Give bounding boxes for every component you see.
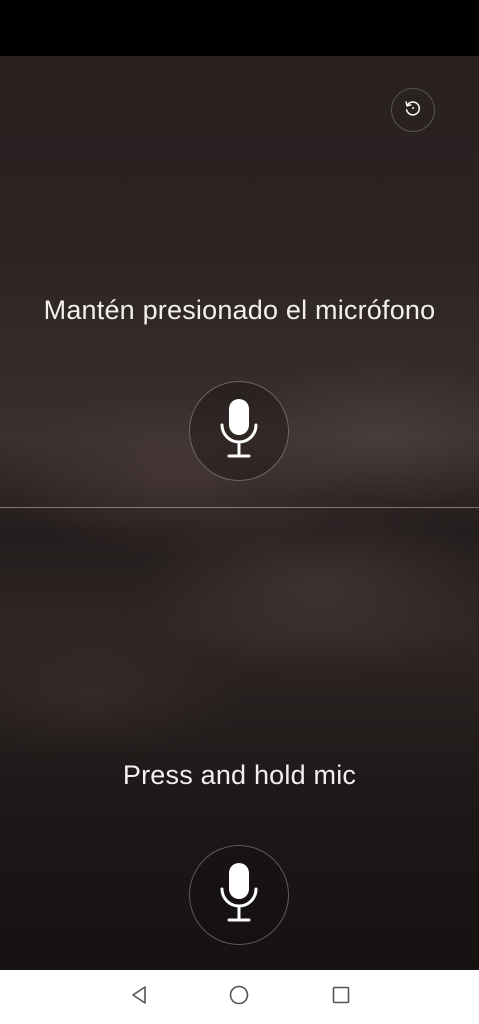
recents-square-icon: [330, 984, 352, 1011]
mic-button-source[interactable]: [189, 381, 289, 481]
microphone-icon: [217, 861, 261, 930]
status-bar: [0, 0, 479, 56]
back-triangle-icon: [128, 984, 150, 1011]
prompt-target-language: Press and hold mic: [122, 760, 357, 790]
nav-recents-button[interactable]: [326, 982, 356, 1012]
conversation-stage: [0, 56, 479, 970]
navigation-bar: [0, 970, 479, 1024]
microphone-icon: [217, 397, 261, 466]
nav-back-button[interactable]: [124, 982, 154, 1012]
panel-divider: [0, 507, 479, 508]
conversation-screen: Mantén presionado el micrófono Press and…: [0, 0, 479, 1024]
nav-home-button[interactable]: [224, 982, 254, 1012]
prompt-source-language: Mantén presionado el micrófono: [43, 295, 436, 325]
reset-button[interactable]: [391, 88, 435, 132]
home-circle-icon: [228, 984, 250, 1011]
mic-button-target[interactable]: [189, 845, 289, 945]
rotate-ccw-icon: [402, 97, 424, 124]
